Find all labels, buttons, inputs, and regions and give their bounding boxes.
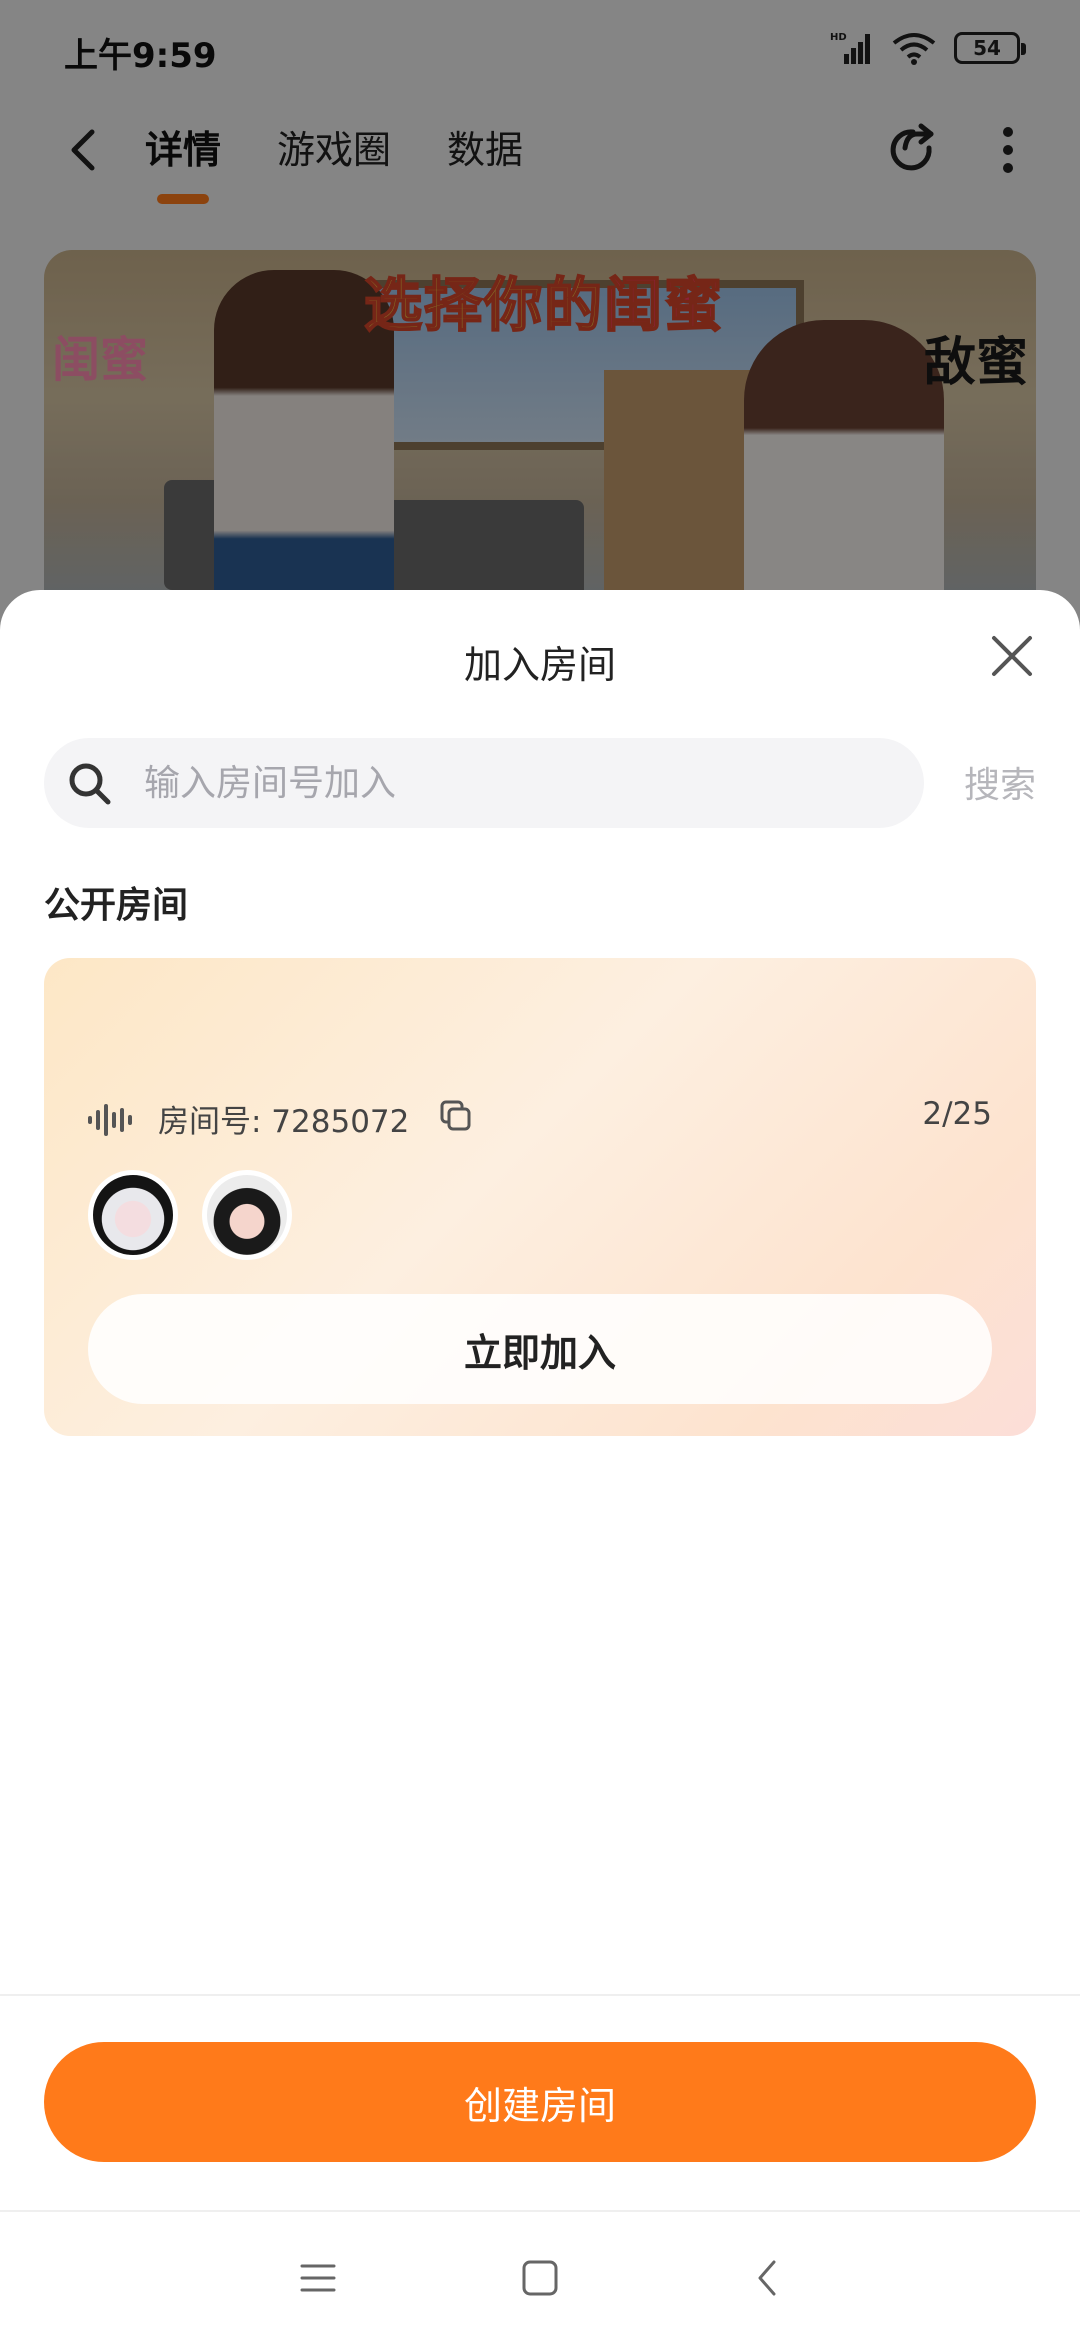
close-icon[interactable] <box>986 630 1038 682</box>
sheet-title: 加入房间 <box>463 643 616 687</box>
public-rooms-heading: 公开房间 <box>44 885 189 926</box>
search-row: 搜索 <box>44 738 1036 828</box>
home-icon[interactable] <box>518 2256 562 2300</box>
avatar <box>88 1170 178 1260</box>
search-button[interactable]: 搜索 <box>964 756 1036 808</box>
avatar <box>202 1170 292 1260</box>
join-room-sheet: 加入房间 搜索 公开房间 房间号: 7285072 2/25 <box>0 590 1080 2340</box>
menu-icon[interactable] <box>296 2256 340 2300</box>
copy-icon[interactable] <box>438 1098 474 1134</box>
voice-wave-icon <box>88 1104 132 1136</box>
sheet-divider <box>0 1994 1080 1996</box>
system-nav-bar <box>0 2210 1080 2340</box>
room-number-input[interactable] <box>144 738 904 828</box>
room-id-label: 房间号: 7285072 <box>158 1104 410 1140</box>
create-room-button[interactable]: 创建房间 <box>44 2042 1036 2162</box>
search-box <box>44 738 924 828</box>
join-now-button[interactable]: 立即加入 <box>88 1294 992 1404</box>
search-icon <box>69 763 111 805</box>
room-avatars <box>88 1170 292 1260</box>
room-card[interactable]: 房间号: 7285072 2/25 立即加入 <box>44 958 1036 1436</box>
room-member-count: 2/25 <box>922 1096 992 1132</box>
system-back-icon[interactable] <box>746 2256 790 2300</box>
